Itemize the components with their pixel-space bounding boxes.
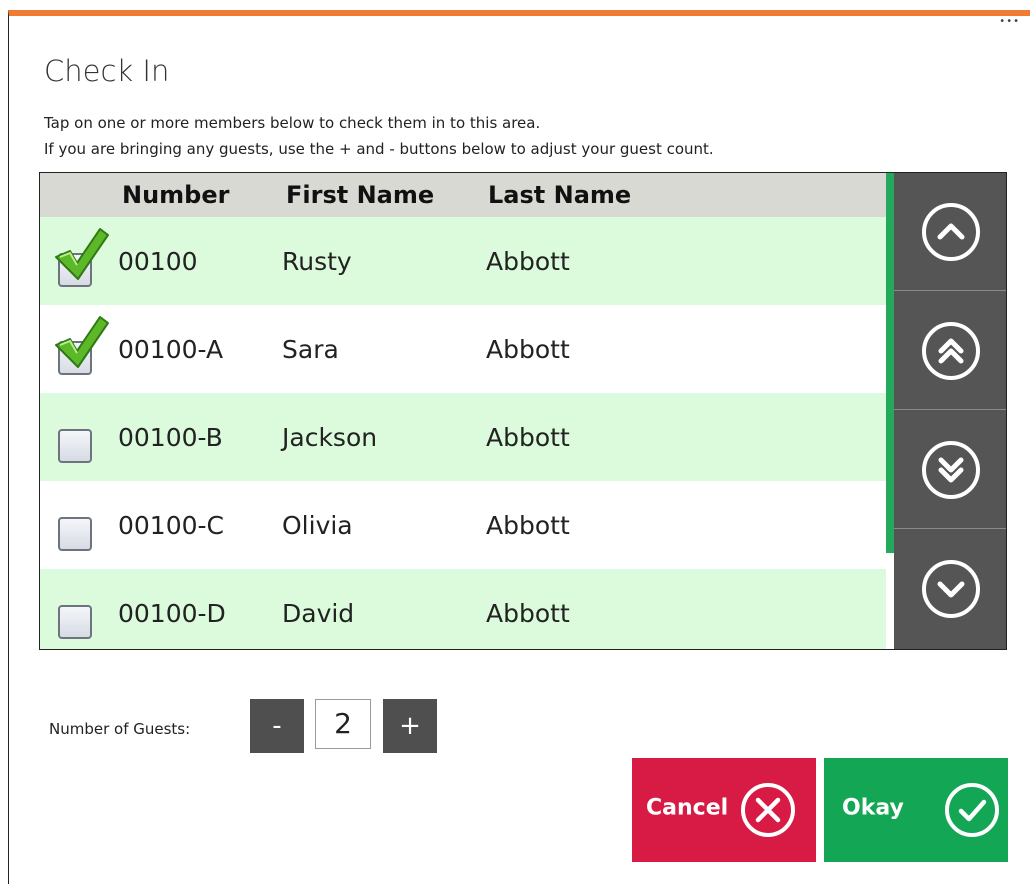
dialog-title: Check In xyxy=(44,54,170,88)
member-checkbox[interactable] xyxy=(58,517,92,551)
member-number: 00100-B xyxy=(118,423,223,452)
guest-count-field[interactable]: 2 xyxy=(315,699,371,749)
member-last-name: Abbott xyxy=(486,247,570,276)
double-chevron-down-icon xyxy=(922,440,980,499)
members-grid: Number First Name Last Name 00100 Rusty … xyxy=(39,172,1007,650)
scroll-button-panel xyxy=(894,173,1006,649)
member-first-name: David xyxy=(282,599,355,628)
scroll-down-button[interactable] xyxy=(894,530,1006,648)
scrollbar-thumb[interactable] xyxy=(886,173,894,553)
check-circle-icon xyxy=(945,783,999,837)
member-number: 00100-C xyxy=(118,511,225,540)
member-last-name: Abbott xyxy=(486,335,570,364)
member-checkbox[interactable] xyxy=(58,429,92,463)
decrease-guests-button[interactable]: - xyxy=(250,699,304,753)
double-chevron-up-icon xyxy=(922,321,980,380)
page-down-button[interactable] xyxy=(894,411,1006,529)
guests-label: Number of Guests: xyxy=(49,720,191,738)
close-circle-icon xyxy=(741,783,795,837)
page-up-button[interactable] xyxy=(894,292,1006,410)
cancel-label: Cancel xyxy=(646,795,729,821)
member-row[interactable]: 00100-A Sara Abbott xyxy=(40,305,886,393)
header-last-name[interactable]: Last Name xyxy=(488,181,631,209)
member-first-name: Jackson xyxy=(282,423,378,452)
header-first-name[interactable]: First Name xyxy=(286,181,434,209)
member-number: 00100 xyxy=(118,247,198,276)
chevron-up-icon xyxy=(922,202,980,261)
checkmark-icon xyxy=(55,228,109,280)
increase-guests-button[interactable]: + xyxy=(383,699,437,753)
chevron-down-icon xyxy=(922,560,980,618)
check-in-dialog: ••• Check In Tap on one or more members … xyxy=(8,10,1030,884)
member-checkbox[interactable] xyxy=(58,605,92,639)
member-last-name: Abbott xyxy=(486,511,570,540)
member-first-name: Rusty xyxy=(282,247,352,276)
header-number[interactable]: Number xyxy=(122,181,229,209)
member-row[interactable]: 00100-B Jackson Abbott xyxy=(40,393,886,481)
scroll-up-button[interactable] xyxy=(894,173,1006,291)
member-row[interactable]: 00100 Rusty Abbott xyxy=(40,217,886,305)
instruction-line-1: Tap on one or more members below to chec… xyxy=(44,114,541,132)
checkmark-icon xyxy=(55,316,109,368)
member-number: 00100-D xyxy=(118,599,226,628)
member-last-name: Abbott xyxy=(486,599,570,628)
member-row[interactable]: 00100-D David Abbott xyxy=(40,569,886,649)
member-first-name: Olivia xyxy=(282,511,353,540)
member-number: 00100-A xyxy=(118,335,224,364)
cancel-button[interactable]: Cancel xyxy=(632,758,816,862)
corner-glyph: ••• xyxy=(999,16,1020,27)
instruction-line-2: If you are bringing any guests, use the … xyxy=(44,140,714,158)
okay-button[interactable]: Okay xyxy=(824,758,1008,862)
member-row[interactable]: 00100-C Olivia Abbott xyxy=(40,481,886,569)
okay-label: Okay xyxy=(842,795,904,821)
member-first-name: Sara xyxy=(282,335,339,364)
member-last-name: Abbott xyxy=(486,423,570,452)
grid-header: Number First Name Last Name xyxy=(40,173,886,217)
